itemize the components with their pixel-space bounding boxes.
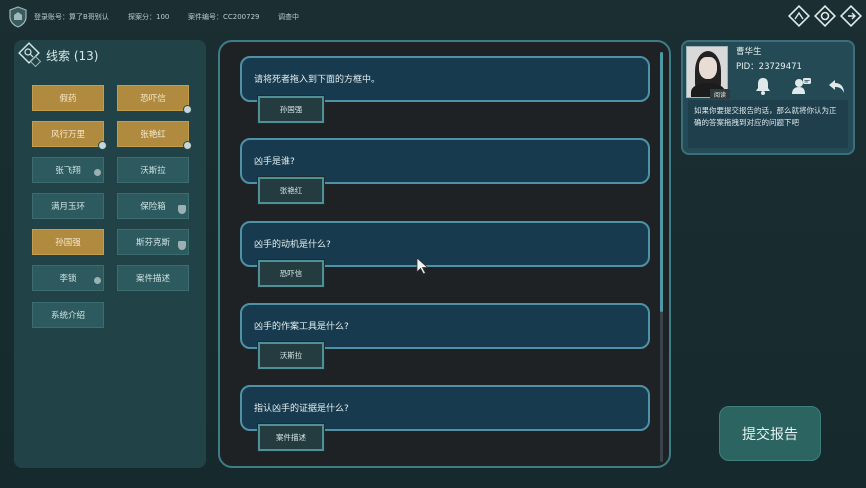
answer-slot[interactable]: 孙国强 <box>257 95 325 124</box>
clue-link-icon <box>183 141 192 150</box>
scrollbar-thumb[interactable] <box>660 52 663 312</box>
clue-label: 满月玉环 <box>50 202 85 212</box>
avatar-tag: 阅读 <box>710 89 730 99</box>
clue-label: 系统介绍 <box>50 311 85 321</box>
answer-label: 案件描述 <box>276 433 306 442</box>
clue-link-icon <box>94 169 101 176</box>
answer-label: 张艳红 <box>279 186 303 195</box>
submit-report-label: 提交报告 <box>742 426 798 443</box>
clue-card[interactable]: 孙国强 <box>32 229 104 255</box>
case-number-label: 案件编号：CC200729 <box>188 13 260 21</box>
clue-card[interactable]: 沃斯拉 <box>117 157 189 183</box>
question-text: 凶手的作案工具是什么? <box>254 322 349 332</box>
clue-magnifier-icon <box>18 42 42 68</box>
clue-card[interactable]: 案件描述 <box>117 265 189 291</box>
question-text: 凶手的动机是什么? <box>254 240 331 250</box>
question-text: 凶手是谁? <box>254 157 295 167</box>
answer-slot[interactable]: 张艳红 <box>257 176 325 205</box>
clue-label: 张艳红 <box>140 130 166 140</box>
bell-icon[interactable] <box>752 75 774 97</box>
clue-label: 保险箱 <box>140 202 166 212</box>
clue-label: 沃斯拉 <box>140 166 166 176</box>
clue-label: 张飞翔 <box>55 166 81 176</box>
answer-slot[interactable]: 沃斯拉 <box>257 341 325 370</box>
settings-icon[interactable] <box>814 5 836 27</box>
clue-card[interactable]: 保险箱 <box>117 193 189 219</box>
question-scrollbar[interactable] <box>660 52 663 462</box>
clue-card[interactable]: 张飞翔 <box>32 157 104 183</box>
mouse-cursor-icon <box>416 257 429 275</box>
case-status-label: 调查中 <box>278 13 299 21</box>
answer-label: 孙国强 <box>279 105 303 114</box>
shield-badge-icon <box>178 205 186 214</box>
back-arrow-icon[interactable] <box>826 75 848 97</box>
top-bar: 登录账号：算了B哥别认 探案分：100 案件编号：CC200729 调查中 <box>0 0 866 34</box>
clue-card[interactable]: 假药 <box>32 85 104 111</box>
contact-icon[interactable] <box>790 75 812 97</box>
exit-icon[interactable] <box>840 5 862 27</box>
clue-card[interactable]: 张艳红 <box>117 121 192 150</box>
clue-label: 风行万里 <box>50 130 85 140</box>
submit-report-button[interactable]: 提交报告 <box>719 406 821 461</box>
clue-label: 李锁 <box>59 274 77 284</box>
clue-card[interactable]: 斯芬克斯 <box>117 229 189 255</box>
answer-slot[interactable]: 案件描述 <box>257 423 325 452</box>
clue-link-icon <box>183 105 192 114</box>
clue-label: 孙国强 <box>55 238 81 248</box>
clue-label: 假药 <box>59 94 77 104</box>
question-text: 指认凶手的证据是什么? <box>254 404 349 414</box>
answer-slot[interactable]: 恐吓信 <box>257 259 325 288</box>
level-up-icon[interactable] <box>788 5 810 27</box>
player-name: 曹华生 <box>736 47 762 57</box>
answer-label: 恐吓信 <box>279 269 303 278</box>
clue-label: 案件描述 <box>135 274 170 284</box>
account-label: 登录账号：算了B哥别认 <box>34 13 109 21</box>
clue-card[interactable]: 李锁 <box>32 265 104 291</box>
clue-label: 恐吓信 <box>140 94 166 104</box>
clue-card[interactable]: 风行万里 <box>32 121 107 150</box>
clue-link-icon <box>98 141 107 150</box>
player-id: PID：23729471 <box>736 62 802 72</box>
clue-count-title: 线索 (13) <box>46 49 99 63</box>
shield-logo-icon <box>9 6 27 28</box>
clue-link-icon <box>94 277 101 284</box>
clue-card[interactable]: 系统介绍 <box>32 302 104 328</box>
hint-text: 如果你要提交报告的话，那么就将你认为正确的答案拖拽到对应的问题下吧 <box>688 100 848 148</box>
question-text: 请将死者拖入到下面的方框中。 <box>254 75 381 85</box>
clue-card[interactable]: 满月玉环 <box>32 193 104 219</box>
clue-card[interactable]: 恐吓信 <box>117 85 192 114</box>
shield-badge-icon <box>178 241 186 250</box>
clue-label: 斯芬克斯 <box>135 238 170 248</box>
answer-label: 沃斯拉 <box>279 351 303 360</box>
score-label: 探案分：100 <box>128 13 170 21</box>
